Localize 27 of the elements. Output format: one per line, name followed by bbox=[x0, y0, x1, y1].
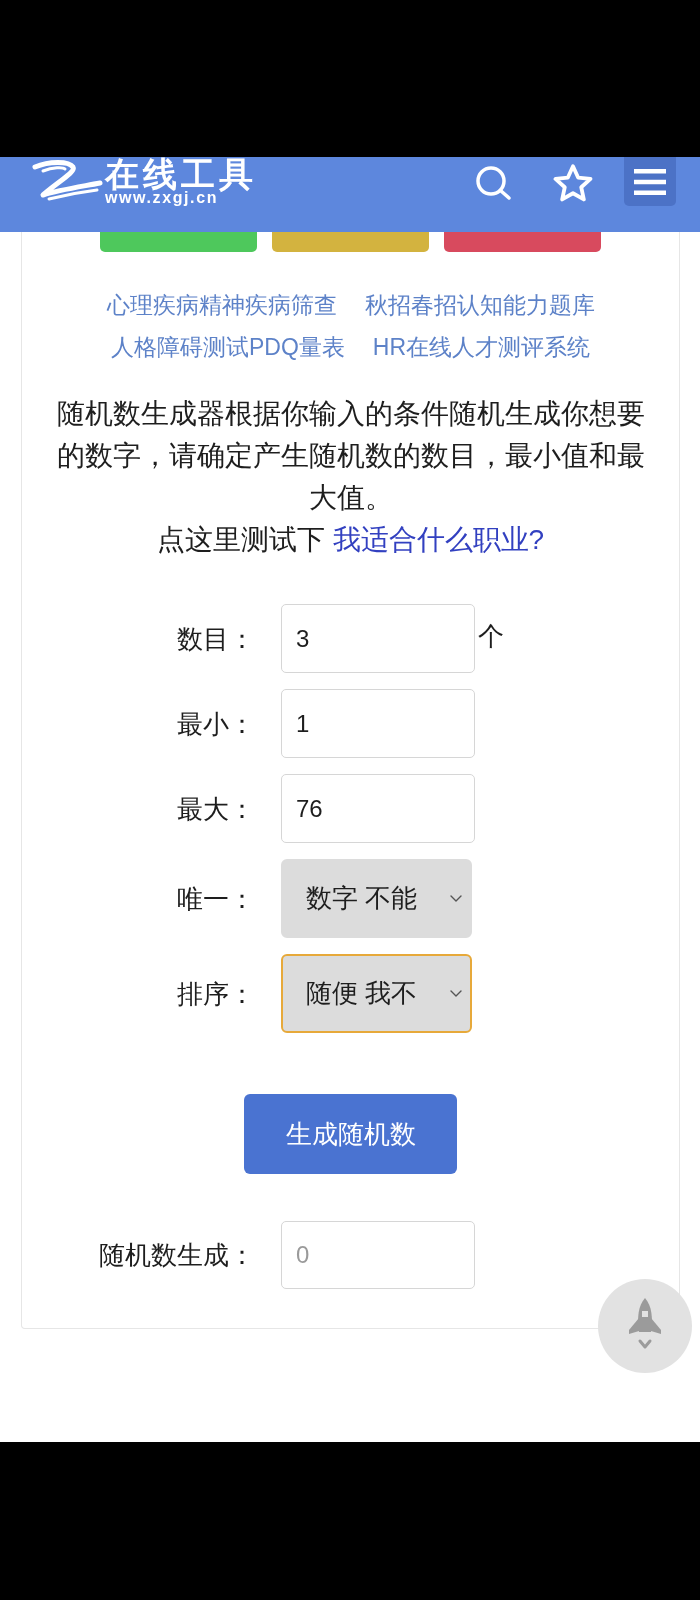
field-label: 排序： bbox=[177, 977, 255, 1011]
field-label: 最大： bbox=[177, 792, 255, 826]
test-link[interactable]: 人格障碍测试PDQ量表 bbox=[110, 326, 345, 368]
field-label: 随机数生成： bbox=[99, 1239, 255, 1272]
unit-label: 个 bbox=[478, 621, 504, 651]
dropdown[interactable]: 随便 我不 bbox=[281, 954, 472, 1033]
prompt-text: 点这里测试下 我适合什么职业? bbox=[156, 523, 545, 557]
career-test-link[interactable]: 我适合什么职业? bbox=[332, 524, 545, 555]
test-link[interactable]: HR在线人才测评系统 bbox=[372, 326, 591, 368]
generate-button[interactable]: 生成随机数 bbox=[244, 1094, 457, 1174]
chevron-down-icon bbox=[450, 895, 462, 902]
field-label: 唯一： bbox=[177, 882, 255, 916]
test-link[interactable]: 心理疾病精神疾病筛查 bbox=[106, 284, 337, 326]
input-field[interactable]: 1 bbox=[281, 689, 475, 758]
intro-text: 随机数生成器根据你输入的条件随机生成你想要的数字，请确定产生随机数的数目，最小值和最大值。 bbox=[55, 397, 646, 515]
input-field[interactable]: 76 bbox=[281, 774, 475, 843]
logo-url: www.zxgj.cn bbox=[105, 190, 219, 206]
menu-button[interactable] bbox=[624, 157, 676, 206]
field-label: 数目： bbox=[177, 622, 255, 656]
dropdown[interactable]: 数字 不能 bbox=[281, 859, 472, 938]
menu-icon bbox=[634, 168, 666, 195]
chevron-down-icon bbox=[450, 990, 462, 997]
field-label: 最小： bbox=[177, 707, 255, 741]
input-field[interactable]: 3 bbox=[281, 604, 475, 673]
test-link[interactable]: 秋招春招认知能力题库 bbox=[364, 284, 595, 326]
result-field[interactable]: 0 bbox=[281, 1221, 475, 1289]
star-icon[interactable] bbox=[552, 164, 594, 203]
